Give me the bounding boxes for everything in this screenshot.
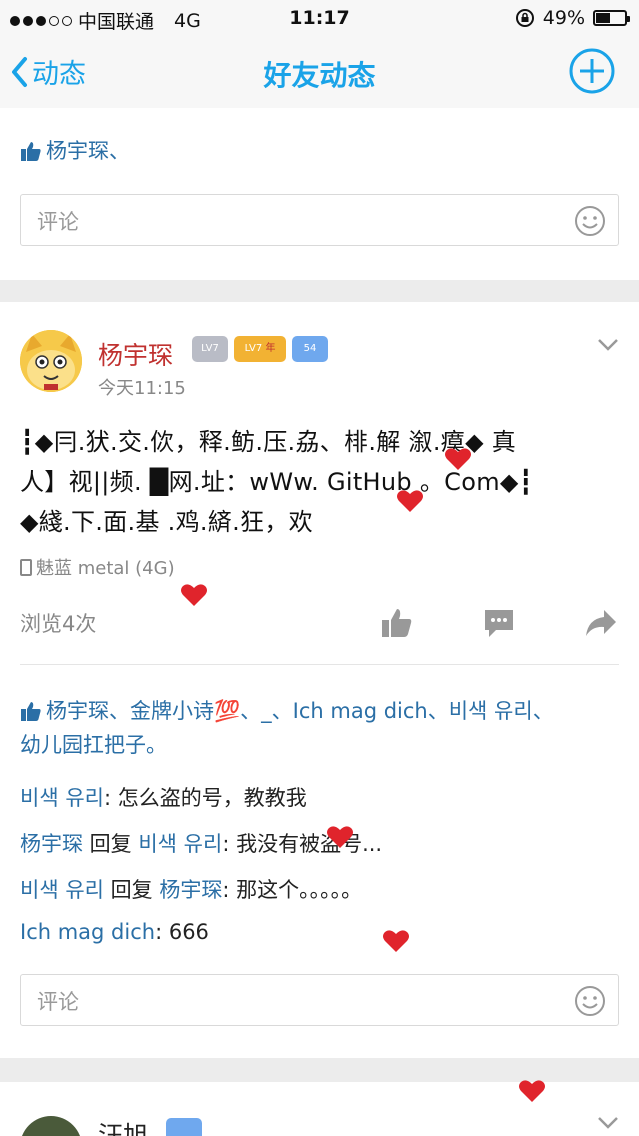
liker-name[interactable]: 杨宇琛 [46,694,109,728]
divider [20,664,619,665]
liker-name[interactable]: 金牌小诗💯 [130,694,240,728]
thumbs-up-icon [21,702,41,721]
comment-row[interactable]: 비색 유리 回复 杨宇琛: 那这个。。。。。 [20,874,362,904]
post-author-name[interactable]: 杨宇琛 [98,336,173,372]
nav-bar: 动态 好友动态 [0,36,639,108]
liker-name[interactable]: Ich mag dich [293,694,428,728]
comment-placeholder: 评论 [37,990,79,1014]
emoji-icon[interactable] [574,985,606,1017]
comment-author[interactable]: 杨宇琛 [20,832,83,856]
likes-line: 杨宇琛 、 金牌小诗💯 、_、 Ich mag dich 、 비색 유리 、 幼… [20,694,620,762]
separator: 、 [427,699,449,723]
comment-placeholder: 评论 [37,210,79,234]
rotation-lock-icon [515,9,534,27]
comment-text: : 666 [155,920,209,944]
thumbs-up-icon [21,142,41,161]
reply-word: 回复 [103,878,160,902]
heart-icon [445,448,471,470]
comment-author[interactable]: 비색 유리 [20,786,104,810]
liker-name[interactable]: 杨宇琛、 [46,134,130,168]
page-title: 好友动态 [263,59,376,92]
post-text-line: 人】视||频. █网.址：wWw. GitHub 。Com◆┇ [20,468,534,496]
comment-icon[interactable] [482,606,516,640]
liker-name[interactable]: 幼儿园扛把子 [20,728,146,762]
avatar[interactable] [20,330,82,392]
comment-row[interactable]: 비색 유리: 怎么盗的号，教教我 [20,782,307,812]
post-time: 今天11:15 [98,378,186,399]
heart-icon [383,930,409,952]
device-name: 魅蓝 metal (4G) [36,558,175,579]
comment-author[interactable]: Ich mag dich [20,920,155,944]
diamond-badge: LV7 [192,336,228,362]
comment-input[interactable]: 评论 [20,974,619,1026]
status-bar: 中国联通 4G 11:17 49% [0,0,639,36]
post-text-line: ┇◆冃.犾.交.佽，释.鲂.压.劦、棑.解 溆.瘼◆ 真 [20,428,517,456]
heart-icon [181,584,207,606]
comment-author[interactable]: 비색 유리 [20,878,104,902]
heart-icon [397,490,423,512]
separator[interactable]: 、_、 [240,694,293,728]
vip-badge [166,1118,202,1136]
comment-text: : 我没有被盗号... [222,832,383,856]
post-card: 杨宇琛 LV7 LV7 年 54 今天11:15 ┇◆冃.犾.交.佽，释.鲂.压… [0,302,639,1058]
share-icon[interactable] [584,606,618,640]
like-icon[interactable] [380,606,414,640]
post-text: ┇◆冃.犾.交.佽，释.鲂.压.劦、棑.解 溆.瘼◆ 真 人】视||频. █网.… [20,422,620,542]
heart-icon [519,1080,545,1102]
status-right: 49% [515,7,630,29]
separator: 、 [109,699,130,723]
reply-word: 回复 [83,832,139,856]
emoji-icon[interactable] [574,205,606,237]
gold-badge: LV7 年 [234,336,286,362]
likes-line: 杨宇琛、 [20,134,620,168]
liker-name[interactable]: 비색 유리 [449,694,533,728]
comment-row[interactable]: Ich mag dich: 666 [20,920,209,944]
separator: 、 [532,699,554,723]
post-author-name[interactable]: 汪旭 [98,1116,148,1136]
avatar[interactable] [20,1116,82,1136]
vip-badge: 54 [292,336,328,362]
phone-icon [20,558,32,576]
reply-target[interactable]: 비색 유리 [138,832,222,856]
previous-post-card: 杨宇琛、 评论 [0,108,639,280]
view-count: 浏览4次 [20,612,97,636]
separator: 。 [146,733,167,757]
battery-icon [593,10,630,26]
plus-circle-icon[interactable] [569,48,615,94]
reply-target[interactable]: 杨宇琛 [159,878,222,902]
comment-input[interactable]: 评论 [20,194,619,246]
post-text-line: ◆綫.下.面.基 .鸡.緕.狂，欢 [20,508,313,536]
battery-percent: 49% [542,7,585,29]
comment-text: : 那这个。。。。。 [222,878,363,902]
chevron-down-icon[interactable] [597,1116,619,1130]
comment-text: : 怎么盗的号，教教我 [103,786,307,810]
heart-icon [327,826,353,848]
chevron-down-icon[interactable] [597,338,619,352]
device-label: 魅蓝 metal (4G) [20,554,175,580]
